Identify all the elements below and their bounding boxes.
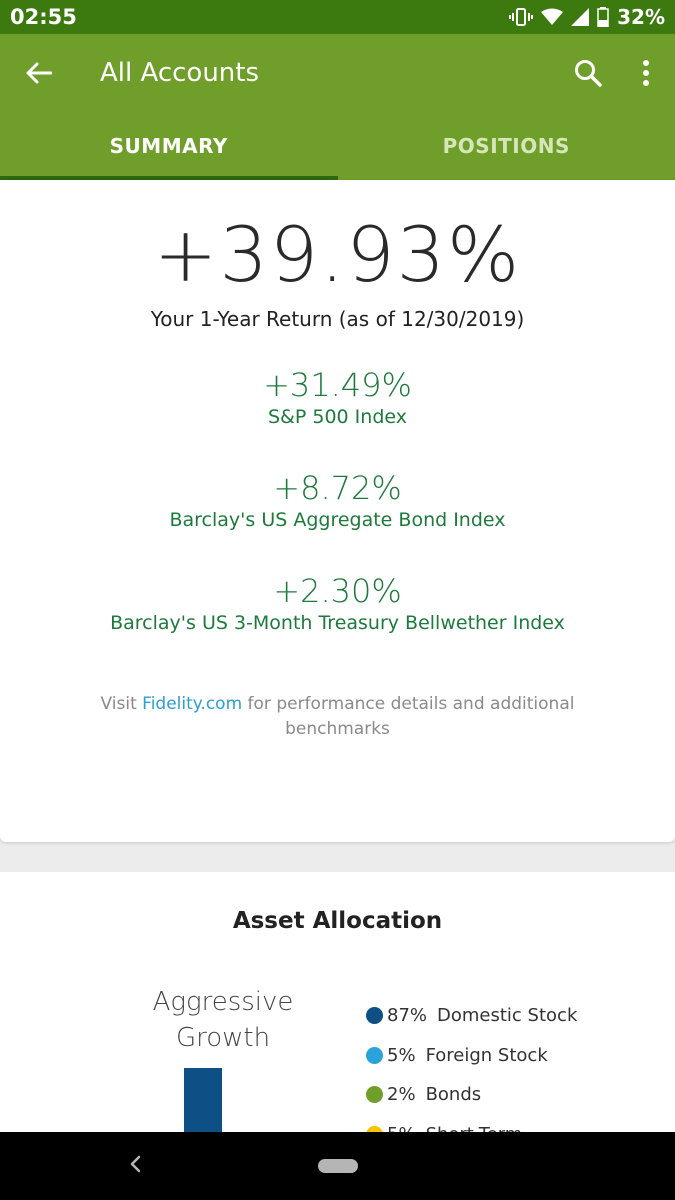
visit-prefix: Visit (100, 694, 143, 714)
battery-icon (597, 7, 609, 27)
status-time: 02:55 (10, 5, 77, 29)
visit-suffix: for performance details and additional b… (242, 694, 575, 739)
tab-positions-label: POSITIONS (442, 134, 570, 158)
benchmark-item: +31.49% S&P 500 Index (0, 366, 675, 428)
benchmark-name: Barclay's US 3-Month Treasury Bellwether… (110, 612, 565, 634)
tab-positions[interactable]: POSITIONS (338, 112, 675, 180)
search-button[interactable] (559, 34, 617, 112)
profile-line: Aggressive (152, 987, 294, 1017)
benchmark-item: +2.30% Barclay's US 3-Month Treasury Bel… (0, 572, 675, 634)
search-icon (575, 60, 602, 87)
legend-item: 87% Domestic Stock (366, 996, 577, 1036)
asset-allocation-title: Asset Allocation (232, 908, 443, 934)
status-icons: 32% (509, 5, 665, 29)
benchmark-item: +8.72% Barclay's US Aggregate Bond Index (0, 469, 675, 531)
page-title: All Accounts (100, 58, 260, 88)
toolbar: All Accounts (0, 34, 675, 112)
allocation-legend: 87% Domestic Stock 5% Foreign Stock 2% B… (366, 996, 577, 1154)
asset-allocation-card: Asset Allocation Aggressive Growth 87% D… (0, 872, 675, 1172)
fidelity-link[interactable]: Fidelity.com (142, 694, 242, 714)
nav-back-icon[interactable] (126, 1154, 146, 1174)
legend-label: Bonds (425, 1084, 482, 1106)
status-bar: 02:55 32% (0, 0, 675, 34)
summary-card: +39.93% Your 1-Year Return (as of 12/30/… (0, 180, 675, 842)
tab-summary-label: SUMMARY (109, 134, 228, 158)
benchmark-value: +8.72% (273, 469, 402, 507)
legend-dot (366, 1046, 383, 1064)
system-nav-bar (0, 1132, 675, 1200)
benchmark-value: +31.49% (263, 366, 412, 404)
wifi-icon (541, 8, 564, 25)
investment-profile: Aggressive Growth (133, 984, 313, 1056)
cell-signal-icon (571, 8, 590, 26)
arrow-left-icon (26, 62, 52, 84)
benchmark-name: Barclay's US Aggregate Bond Index (169, 509, 506, 531)
tab-summary[interactable]: SUMMARY (0, 112, 338, 180)
vibrate-icon (509, 8, 534, 26)
toolbar-actions (559, 34, 675, 112)
legend-dot (366, 1007, 383, 1025)
legend-percent: 5% (387, 1044, 416, 1066)
app-bar: All Accounts SUMMARY POSITIONS (0, 34, 675, 180)
back-button[interactable] (0, 34, 78, 112)
more-options-button[interactable] (617, 34, 675, 112)
battery-percent: 32% (617, 5, 665, 29)
one-year-return-value: +39.93% (153, 210, 522, 299)
legend-label: Domestic Stock (437, 1005, 578, 1027)
profile-line: Growth (175, 1023, 271, 1053)
more-vert-icon (643, 60, 649, 86)
legend-percent: 87% (387, 1005, 428, 1027)
one-year-return-label: Your 1-Year Return (as of 12/30/2019) (150, 307, 525, 331)
benchmark-value: +2.30% (273, 572, 402, 610)
legend-item: 2% Bonds (366, 1075, 577, 1115)
visit-note: Visit Fidelity.com for performance detai… (80, 692, 595, 742)
legend-label: Foreign Stock (425, 1044, 548, 1066)
nav-home-pill[interactable] (318, 1159, 358, 1173)
tab-bar: SUMMARY POSITIONS (0, 112, 675, 180)
legend-dot (366, 1086, 383, 1104)
legend-percent: 2% (387, 1084, 416, 1106)
benchmark-name: S&P 500 Index (268, 406, 407, 428)
legend-item: 5% Foreign Stock (366, 1036, 577, 1076)
